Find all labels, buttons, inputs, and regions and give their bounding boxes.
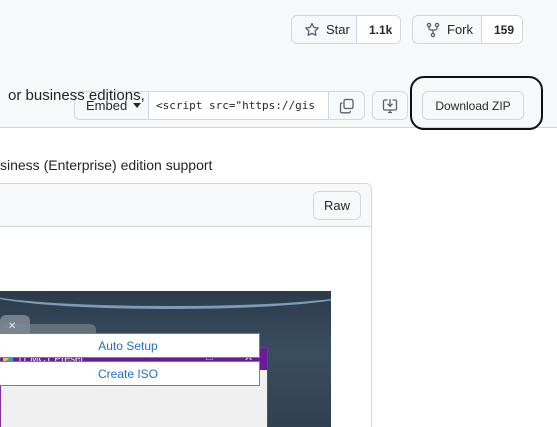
auto-setup-button: Auto Setup [0, 333, 260, 358]
star-label: Star [326, 22, 350, 37]
embed-code-field[interactable]: <script src="https://gis [149, 92, 329, 119]
star-button[interactable]: Star [292, 16, 356, 43]
fork-icon [425, 22, 441, 38]
star-icon [304, 22, 320, 38]
readme-text: or business editions, [8, 87, 145, 104]
raw-button[interactable]: Raw [313, 191, 361, 220]
wallpaper-swoosh [0, 291, 331, 309]
background-close-icon: ✕ [8, 321, 17, 332]
highlight-annotation [410, 76, 543, 130]
file-header: Raw [0, 184, 371, 227]
desktop-download-icon [382, 98, 398, 114]
star-button-group: Star 1.1k [291, 15, 401, 44]
fork-label: Fork [447, 22, 473, 37]
gist-description: siness (Enterprise) edition support [0, 157, 213, 173]
open-with-desktop-button[interactable] [372, 91, 408, 120]
copy-button[interactable] [329, 92, 364, 119]
embedded-screenshot: ✕ 11 MCT Preset — □ ✕ Auto Setup Create … [0, 291, 331, 427]
copy-icon [339, 98, 355, 114]
fork-button[interactable]: Fork [413, 16, 481, 43]
fork-count[interactable]: 159 [481, 16, 522, 43]
create-iso-button: Create ISO [0, 361, 260, 386]
star-count[interactable]: 1.1k [356, 16, 400, 43]
fork-button-group: Fork 159 [412, 15, 523, 44]
mct-preset-window: 11 MCT Preset — □ ✕ [0, 347, 268, 427]
